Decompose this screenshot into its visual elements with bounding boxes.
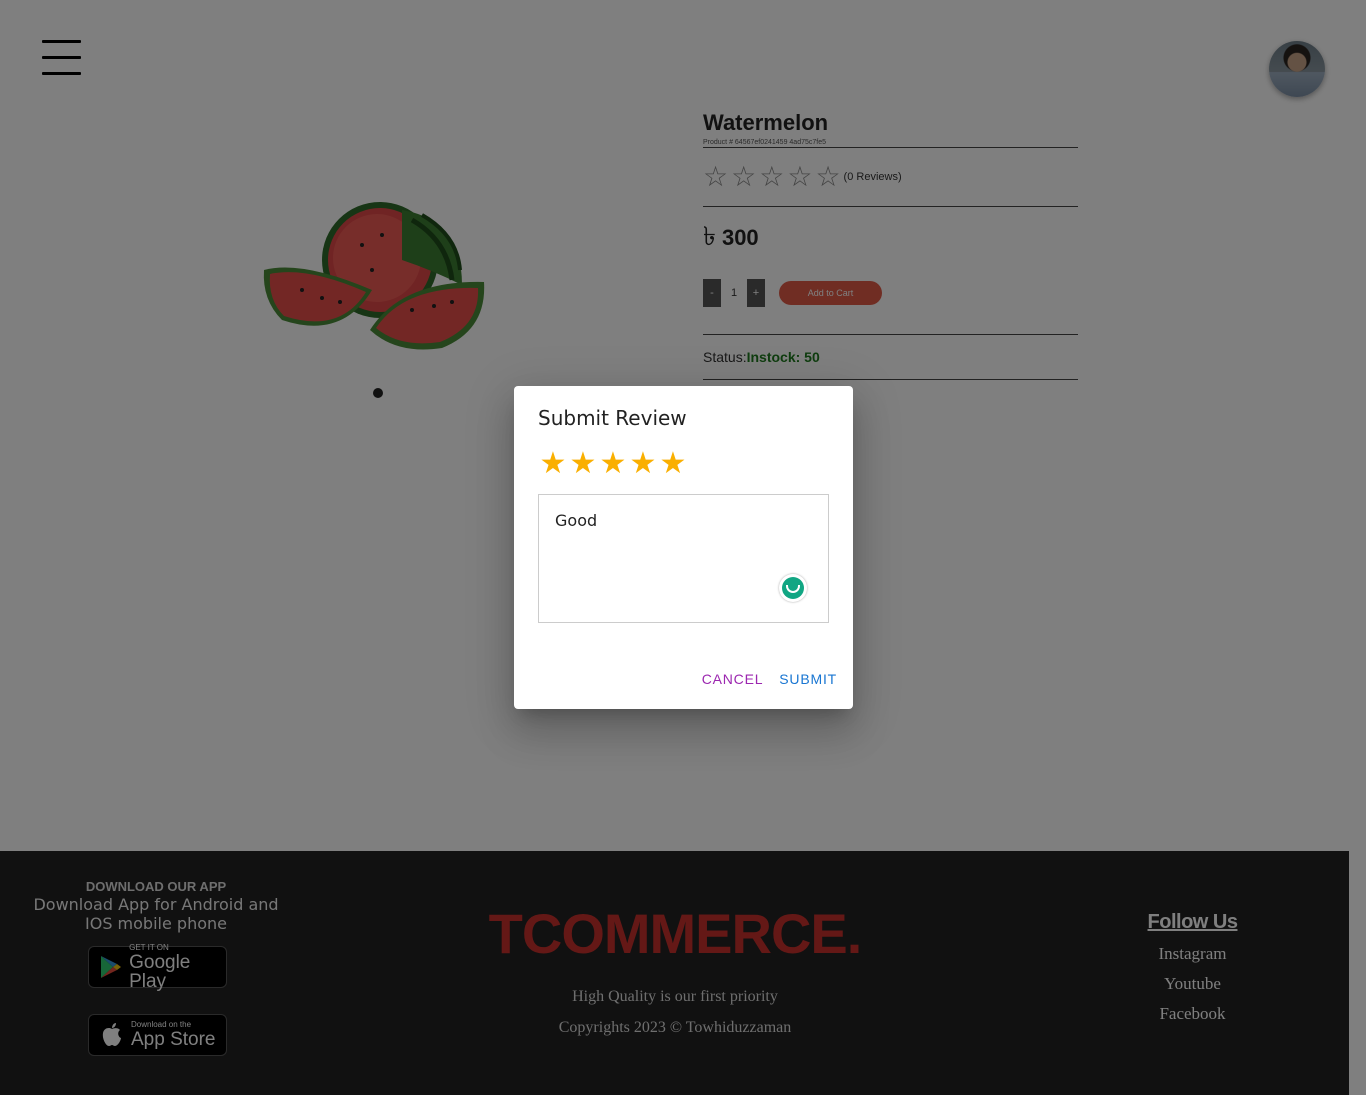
star-filled-icon[interactable]: ★ <box>658 449 688 479</box>
star-filled-icon[interactable]: ★ <box>568 449 598 479</box>
dialog-actions: CANCEL SUBMIT <box>694 665 845 693</box>
dialog-title: Submit Review <box>538 406 687 430</box>
review-textarea[interactable]: Good <box>538 494 829 623</box>
product-page: Watermelon Product # 64567ef0241459 4ad7… <box>0 0 1366 1095</box>
star-filled-icon[interactable]: ★ <box>628 449 658 479</box>
grammarly-icon[interactable] <box>779 574 807 602</box>
submit-review-dialog: Submit Review ★ ★ ★ ★ ★ Good CANCEL SUBM… <box>514 386 853 709</box>
star-filled-icon[interactable]: ★ <box>598 449 628 479</box>
cancel-button[interactable]: CANCEL <box>694 665 772 693</box>
star-filled-icon[interactable]: ★ <box>538 449 568 479</box>
rating-input: ★ ★ ★ ★ ★ <box>538 449 688 479</box>
submit-button[interactable]: SUBMIT <box>771 665 845 693</box>
